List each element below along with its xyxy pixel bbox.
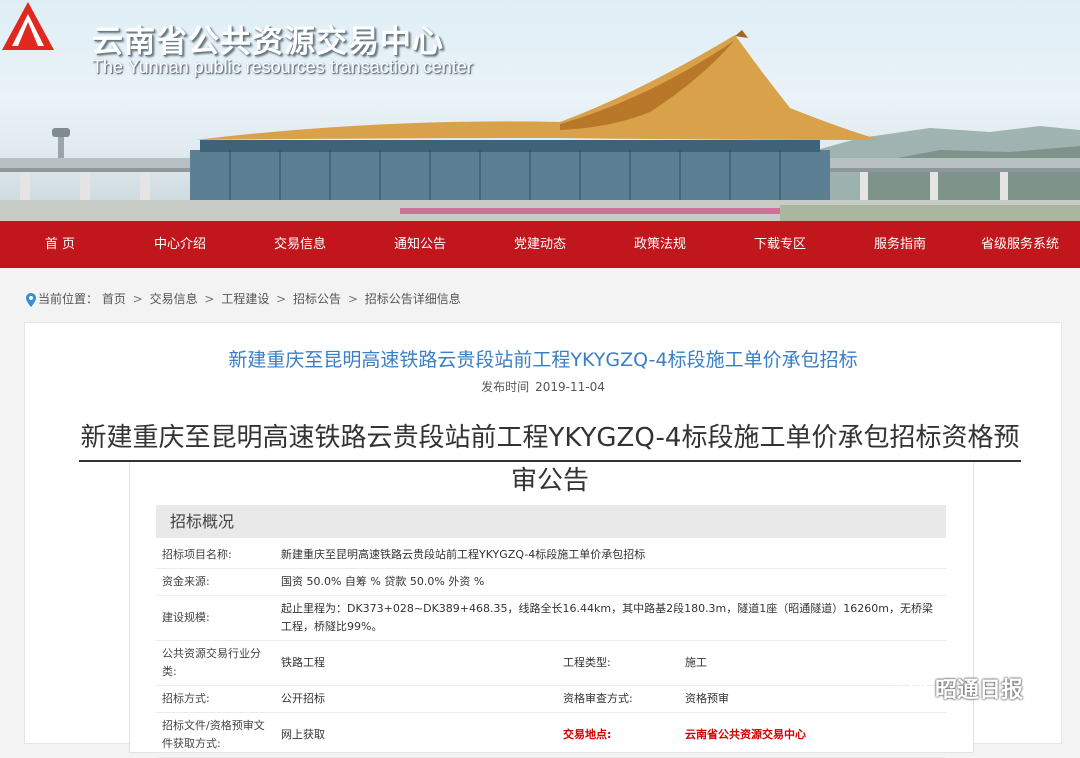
- funding-label: 资金来源:: [156, 568, 275, 596]
- center-logo-icon: [2, 2, 54, 50]
- project-name-label: 招标项目名称:: [156, 542, 275, 569]
- breadcrumb-separator: >: [204, 292, 215, 306]
- nav-item-party-news[interactable]: 党建动态: [480, 221, 600, 268]
- nav-item-provincial-system[interactable]: 省级服务系统: [960, 221, 1080, 268]
- watermark-text: 昭通日报: [935, 678, 1024, 703]
- document-title: 新建重庆至昆明高速铁路云贵段站前工程YKYGZQ-4标段施工单价承包招标资格预 …: [41, 419, 1059, 500]
- site-subtitle: The Yunnan public resources transaction …: [92, 57, 473, 77]
- breadcrumb-separator: >: [132, 292, 143, 306]
- table-row: 资金来源: 国资 50.0% 自筹 % 贷款 50.0% 外资 %: [156, 568, 946, 596]
- header-banner: 云南省公共资源交易中心 The Yunnan public resources …: [0, 0, 1080, 221]
- document-box: 招标概况 招标项目名称: 新建重庆至昆明高速铁路云贵段站前工程YKYGZQ-4标…: [129, 461, 974, 758]
- main-nav: 首 页 中心介绍 交易信息 通知公告 党建动态 政策法规 下载专区 服务指南 省…: [0, 221, 1080, 268]
- watermark: 昭通日报: [895, 672, 1023, 704]
- doc-access-value: 网上获取: [275, 712, 557, 758]
- document-title-line1: 新建重庆至昆明高速铁路云贵段站前工程YKYGZQ-4标段施工单价承包招标资格预: [78, 419, 1022, 462]
- table-row: 招标文件/资格预审文件获取方式: 网上获取 交易地点: 云南省公共资源交易中心: [156, 712, 946, 758]
- publish-date-label: 发布时间: [481, 380, 530, 394]
- industry-value: 铁路工程: [275, 640, 557, 686]
- site-title: 云南省公共资源交易中心: [92, 24, 444, 60]
- breadcrumb-separator: >: [347, 292, 358, 306]
- table-row: 招标项目名称: 新建重庆至昆明高速铁路云贵段站前工程YKYGZQ-4标段施工单价…: [156, 542, 946, 569]
- breadcrumb-current: 招标公告详细信息: [364, 292, 461, 306]
- nav-item-about[interactable]: 中心介绍: [120, 221, 240, 268]
- breadcrumb-prefix: 当前位置：: [38, 292, 99, 306]
- breadcrumb-tender-notice[interactable]: 招标公告: [293, 292, 341, 306]
- doc-access-label: 招标文件/资格预审文件获取方式:: [156, 712, 275, 758]
- breadcrumb-home[interactable]: 首页: [102, 292, 126, 306]
- nav-item-policies[interactable]: 政策法规: [600, 221, 720, 268]
- notice-heading: 新建重庆至昆明高速铁路云贵段站前工程YKYGZQ-4标段施工单价承包招标: [228, 349, 858, 371]
- nav-item-service-guide[interactable]: 服务指南: [840, 221, 960, 268]
- breadcrumb-separator: >: [276, 292, 287, 306]
- review-label: 资格审查方式:: [557, 685, 679, 713]
- table-row: 公共资源交易行业分类: 铁路工程 工程类型: 施工: [156, 640, 946, 686]
- industry-label: 公共资源交易行业分类:: [156, 640, 275, 686]
- table-row: 招标方式: 公开招标 资格审查方式: 资格预审: [156, 685, 946, 713]
- scale-label: 建设规模:: [156, 595, 275, 641]
- nav-item-notices[interactable]: 通知公告: [360, 221, 480, 268]
- publish-date-value: 2019-11-04: [535, 380, 605, 394]
- method-value: 公开招标: [275, 685, 557, 713]
- project-type-label: 工程类型:: [557, 640, 679, 686]
- scale-value: 起止里程为：DK373+028~DK389+468.35，线路全长16.44km…: [275, 595, 946, 641]
- nav-item-home[interactable]: 首 页: [0, 221, 120, 268]
- venue-label: 交易地点:: [557, 712, 679, 758]
- breadcrumb-construction[interactable]: 工程建设: [221, 292, 269, 306]
- overview-table: 招标项目名称: 新建重庆至昆明高速铁路云贵段站前工程YKYGZQ-4标段施工单价…: [156, 542, 946, 758]
- publish-date: 发布时间 2019-11-04: [25, 378, 1061, 395]
- document-title-line2: 审公告: [510, 466, 589, 496]
- nav-item-trade-info[interactable]: 交易信息: [240, 221, 360, 268]
- funding-value: 国资 50.0% 自筹 % 贷款 50.0% 外资 %: [275, 568, 946, 596]
- location-pin-icon: [26, 292, 36, 307]
- nav-item-downloads[interactable]: 下载专区: [720, 221, 840, 268]
- project-name-value: 新建重庆至昆明高速铁路云贵段站前工程YKYGZQ-4标段施工单价承包招标: [275, 542, 946, 569]
- venue-value: 云南省公共资源交易中心: [679, 712, 946, 758]
- method-label: 招标方式:: [156, 685, 275, 713]
- breadcrumb: 当前位置： 首页 > 交易信息 > 工程建设 > 招标公告 > 招标公告详细信息: [26, 284, 1056, 314]
- breadcrumb-trade-info[interactable]: 交易信息: [150, 292, 198, 306]
- wechat-icon: [895, 675, 929, 700]
- section-title-overview: 招标概况: [156, 505, 946, 538]
- table-row: 建设规模: 起止里程为：DK373+028~DK389+468.35，线路全长1…: [156, 595, 946, 641]
